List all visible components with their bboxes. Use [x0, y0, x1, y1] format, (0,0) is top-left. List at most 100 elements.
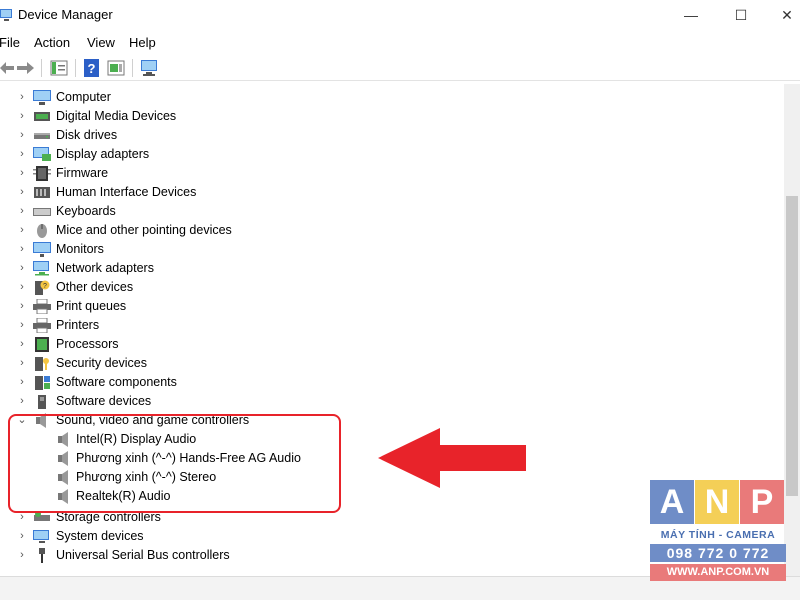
- tree-item-network-adapters[interactable]: › Network adapters: [0, 259, 340, 278]
- tree-item-label: Software components: [56, 375, 177, 389]
- mouse-icon: [37, 224, 47, 238]
- svg-text:?: ?: [43, 283, 47, 290]
- tree-item-label: Digital Media Devices: [56, 109, 177, 123]
- device-manager-icon: [0, 9, 12, 21]
- chevron-right-icon[interactable]: ›: [15, 335, 29, 354]
- toolbar-separator: [41, 59, 42, 77]
- tree-item-label: Processors: [56, 337, 119, 351]
- chevron-right-icon[interactable]: ›: [15, 259, 29, 278]
- toolbar: ?: [0, 55, 800, 81]
- software-device-icon: [38, 395, 46, 409]
- tree-item-print-queues[interactable]: › Print queues: [0, 297, 340, 316]
- tree-item-usb-controllers[interactable]: › Universal Serial Bus controllers: [0, 546, 340, 565]
- menu-file[interactable]: File: [0, 35, 20, 50]
- scrollbar-thumb[interactable]: [786, 196, 798, 496]
- tree-item-disk-drives[interactable]: › Disk drives: [0, 126, 340, 145]
- logo-tagline: MÁY TÍNH - CAMERA: [660, 529, 776, 541]
- menu-bar: File Action View Help: [0, 32, 800, 54]
- other-devices-icon: ?: [35, 280, 50, 295]
- tree-item-processors[interactable]: › Processors: [0, 335, 340, 354]
- tree-item-software-devices[interactable]: › Software devices: [0, 392, 340, 411]
- menu-view[interactable]: View: [87, 35, 115, 50]
- network-adapter-icon: [33, 261, 49, 276]
- svg-text:?: ?: [88, 61, 96, 76]
- tree-item-label: Human Interface Devices: [56, 185, 197, 199]
- monitor-icon: [33, 242, 51, 257]
- properties-icon[interactable]: [50, 59, 68, 77]
- tree-item-label: Software devices: [56, 394, 152, 408]
- maximize-button[interactable]: ☐: [718, 0, 764, 30]
- print-queue-icon: [33, 299, 51, 314]
- tree-item-label: Universal Serial Bus controllers: [56, 548, 230, 562]
- close-button[interactable]: ✕: [764, 0, 800, 30]
- disk-drive-icon: [34, 133, 50, 139]
- chevron-right-icon[interactable]: ›: [15, 240, 29, 259]
- tree-item-label: Other devices: [56, 280, 134, 294]
- chevron-right-icon[interactable]: ›: [15, 373, 29, 392]
- chevron-right-icon[interactable]: ›: [15, 354, 29, 373]
- tree-item-label: Print queues: [56, 299, 127, 313]
- chevron-right-icon[interactable]: ›: [15, 297, 29, 316]
- forward-arrow-icon[interactable]: [17, 59, 35, 77]
- tree-item-display-adapters[interactable]: › Display adapters: [0, 145, 340, 164]
- chevron-right-icon[interactable]: ›: [15, 527, 29, 546]
- chevron-right-icon[interactable]: ›: [15, 126, 29, 145]
- chevron-right-icon[interactable]: ›: [15, 183, 29, 202]
- tree-item-label: Monitors: [56, 242, 104, 256]
- highlight-box: [8, 414, 341, 513]
- tree-item-printers[interactable]: › Printers: [0, 316, 340, 335]
- chevron-right-icon[interactable]: ›: [15, 546, 29, 565]
- logo-letter-n: N: [695, 480, 739, 524]
- tree-item-human-interface-devices[interactable]: › Human Interface Devices: [0, 183, 340, 202]
- tree-item-system-devices[interactable]: › System devices: [0, 527, 340, 546]
- minimize-button[interactable]: —: [668, 0, 714, 30]
- logo-letter-p: P: [740, 480, 784, 524]
- display-adapter-icon: [33, 147, 51, 161]
- chevron-right-icon[interactable]: ›: [15, 164, 29, 183]
- tree-item-keyboards[interactable]: › Keyboards: [0, 202, 340, 221]
- chevron-right-icon[interactable]: ›: [15, 221, 29, 240]
- tree-item-label: Firmware: [56, 166, 109, 180]
- tree-item-label: Security devices: [56, 356, 148, 370]
- tree-item-software-components[interactable]: › Software components: [0, 373, 340, 392]
- menu-action[interactable]: Action: [34, 35, 70, 50]
- software-component-icon: [35, 376, 50, 390]
- system-device-icon: [33, 530, 49, 543]
- tree-item-label: Computer: [56, 90, 111, 104]
- computer-icon: [33, 90, 51, 105]
- chevron-right-icon[interactable]: ›: [15, 107, 29, 126]
- chevron-right-icon[interactable]: ›: [15, 202, 29, 221]
- media-device-icon: [34, 112, 50, 121]
- update-driver-icon[interactable]: [107, 59, 125, 77]
- security-device-icon: [35, 357, 49, 371]
- tree-item-firmware[interactable]: › Firmware: [0, 164, 340, 183]
- tree-item-label: System devices: [56, 529, 144, 543]
- scan-hardware-icon[interactable]: [140, 59, 158, 77]
- tree-item-other-devices[interactable]: › ? Other devices: [0, 278, 340, 297]
- chevron-right-icon[interactable]: ›: [15, 316, 29, 335]
- tree-item-security-devices[interactable]: › Security devices: [0, 354, 340, 373]
- window-title: Device Manager: [18, 7, 113, 22]
- help-icon[interactable]: ?: [84, 59, 100, 77]
- chevron-right-icon[interactable]: ›: [15, 88, 29, 107]
- tree-item-computer[interactable]: › Computer: [0, 88, 340, 107]
- tree-item-label: Printers: [56, 318, 100, 332]
- toolbar-separator: [132, 59, 133, 77]
- tree-item-mice-and-other-pointing-devices[interactable]: › Mice and other pointing devices: [0, 221, 340, 240]
- logo-letter-a: A: [650, 480, 694, 524]
- back-arrow-icon[interactable]: [0, 59, 14, 77]
- tree-item-label: Display adapters: [56, 147, 150, 161]
- firmware-icon: [33, 166, 51, 181]
- chevron-right-icon[interactable]: ›: [15, 392, 29, 411]
- tree-item-digital-media-devices[interactable]: › Digital Media Devices: [0, 107, 340, 126]
- menu-help[interactable]: Help: [129, 35, 156, 50]
- tree-item-label: Mice and other pointing devices: [56, 223, 232, 237]
- printer-icon: [33, 318, 51, 333]
- usb-icon: [39, 548, 45, 563]
- logo-website: WWW.ANP.COM.VN: [650, 564, 786, 581]
- chevron-right-icon[interactable]: ›: [15, 278, 29, 297]
- tree-item-monitors[interactable]: › Monitors: [0, 240, 340, 259]
- processor-icon: [35, 337, 49, 352]
- chevron-right-icon[interactable]: ›: [15, 145, 29, 164]
- toolbar-separator: [75, 59, 76, 77]
